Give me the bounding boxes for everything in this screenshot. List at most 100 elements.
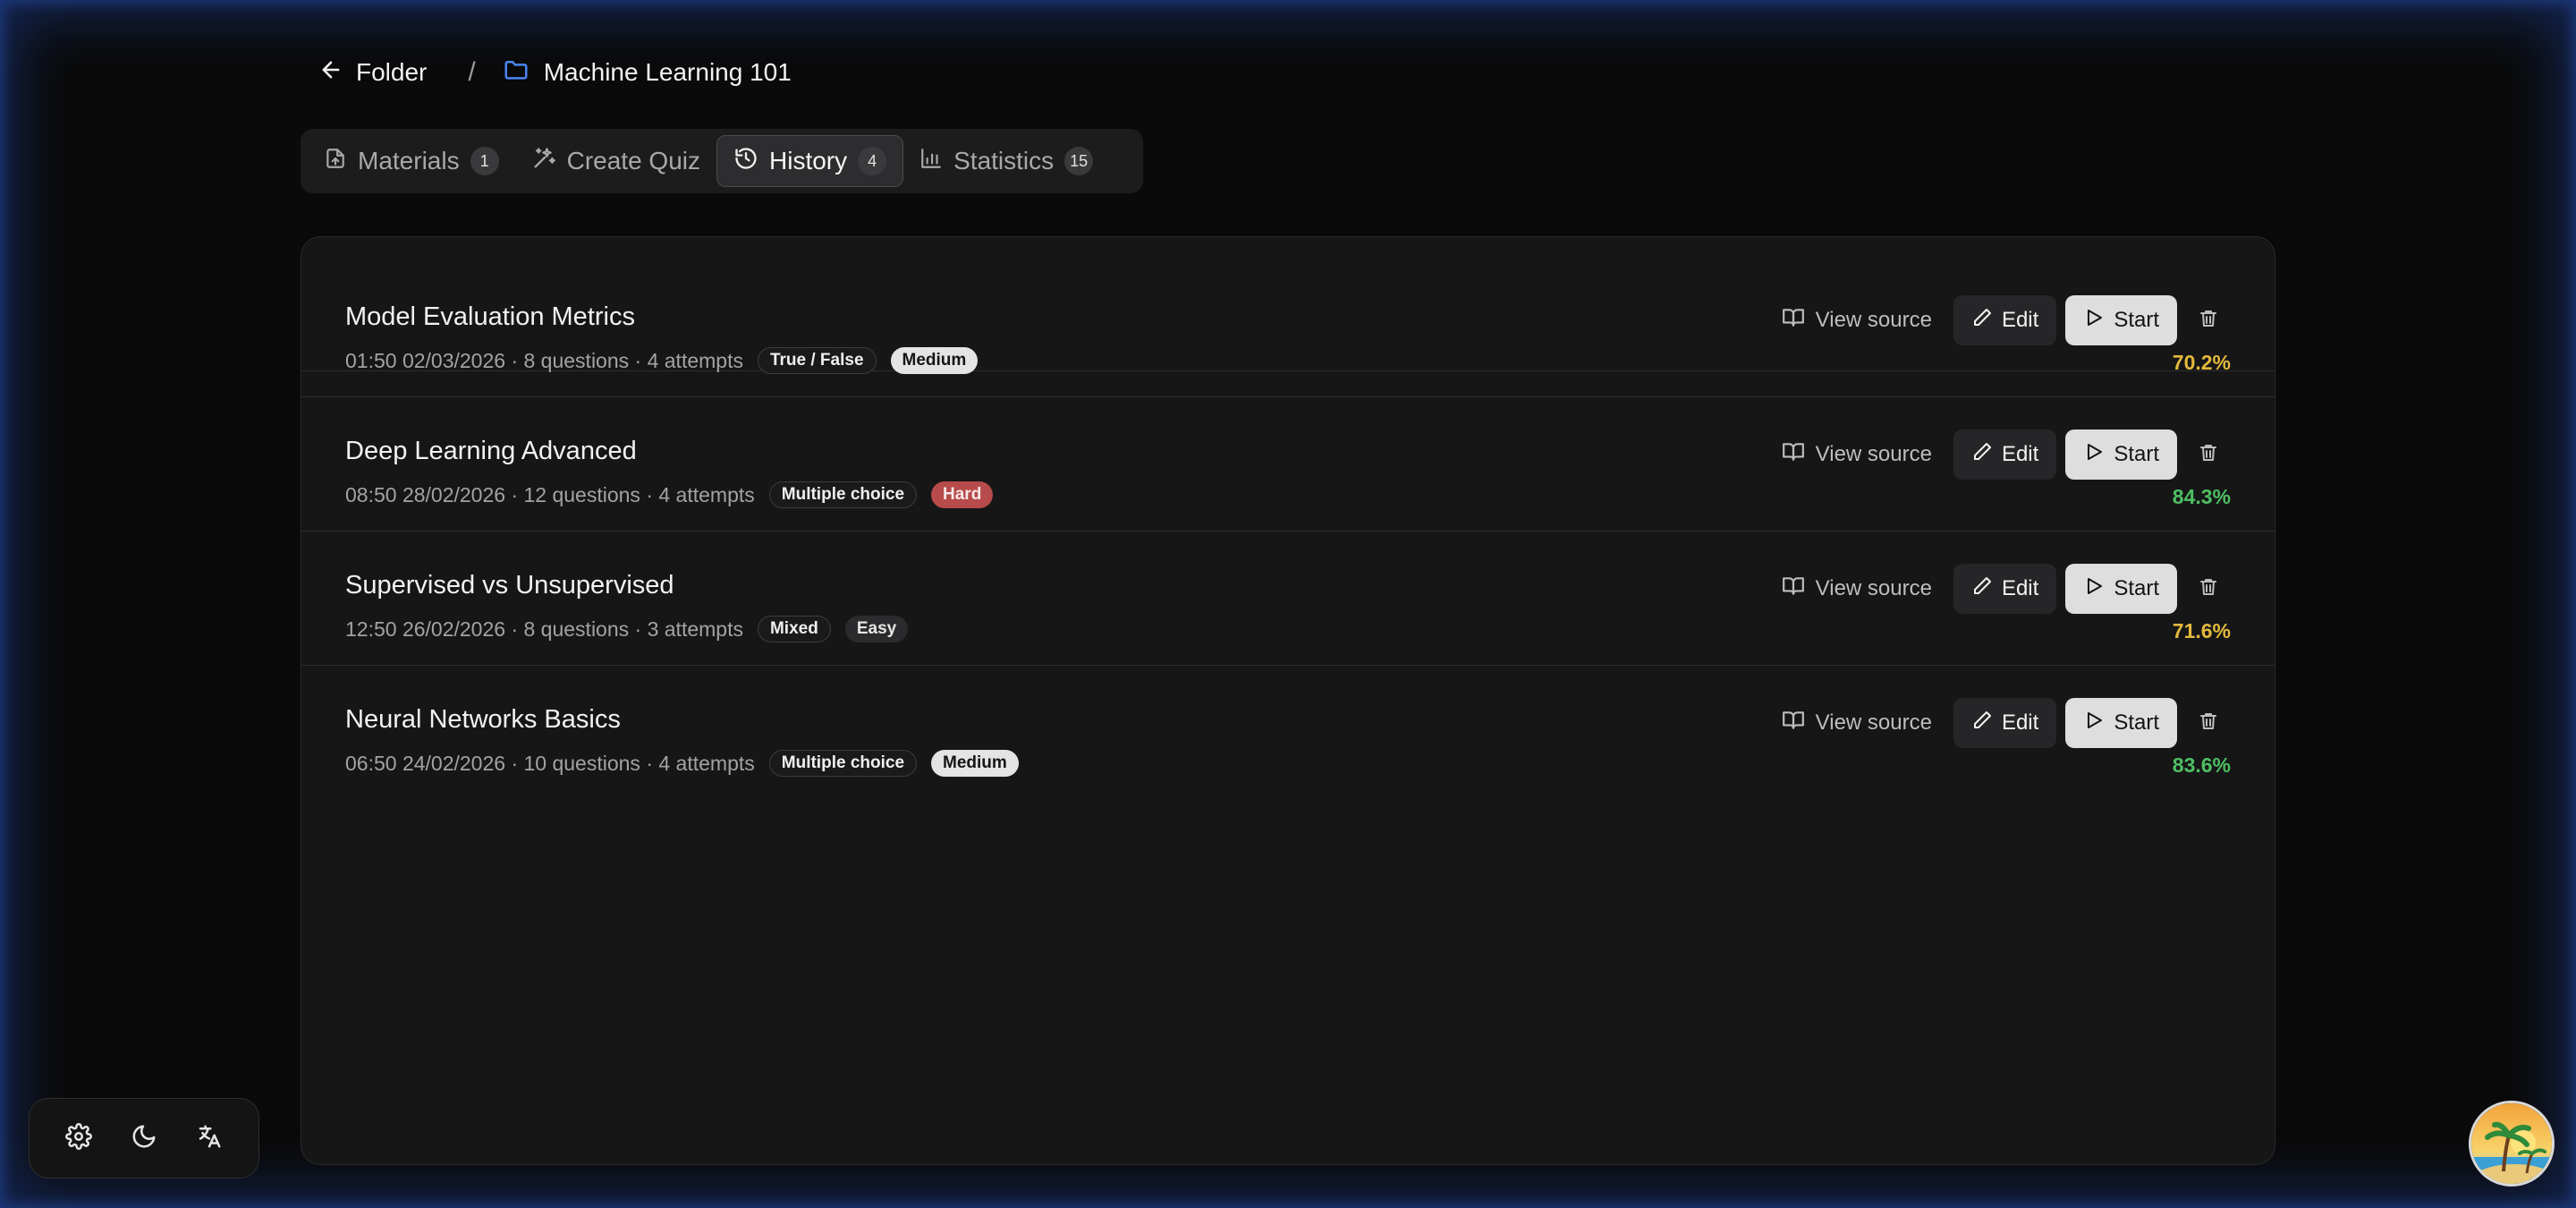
tab-count-badge: 4: [858, 147, 887, 175]
tab-count-badge: 1: [470, 147, 499, 175]
folder-icon: [503, 56, 530, 89]
score-value: 71.6%: [2172, 619, 2231, 642]
trash-icon: [2198, 576, 2219, 602]
pencil-icon: [1971, 710, 1993, 737]
quiz-actions: View source Edit Start: [1769, 430, 2231, 480]
delete-button[interactable]: [2186, 430, 2231, 480]
play-icon: [2083, 441, 2105, 469]
pencil-icon: [1971, 441, 1993, 469]
app-viewport: Folder / Machine Learning 101 Materials …: [0, 0, 2576, 1208]
list-item: Supervised vs Unsupervised 12:50 26/02/2…: [301, 532, 2275, 666]
settings-button[interactable]: [56, 1116, 101, 1161]
list-item: Deep Learning Advanced 08:50 28/02/2026 …: [301, 397, 2275, 532]
breadcrumb: Folder / Machine Learning 101: [318, 52, 792, 93]
tab-label: Create Quiz: [566, 147, 700, 174]
delete-button[interactable]: [2186, 564, 2231, 614]
edit-label: Edit: [2001, 710, 2039, 735]
quiz-title[interactable]: Supervised vs Unsupervised: [345, 571, 674, 600]
quiz-meta-text: 08:50 28/02/2026 · 12 questions · 4 atte…: [345, 482, 755, 506]
edit-button[interactable]: Edit: [1953, 295, 2057, 345]
settings-toolbar: [29, 1098, 259, 1178]
translate-icon: [196, 1123, 223, 1154]
view-source-button[interactable]: View source: [1769, 295, 1945, 345]
tab-count-badge: 15: [1064, 147, 1094, 175]
start-label: Start: [2114, 308, 2159, 332]
tab-materials[interactable]: Materials 1: [308, 135, 515, 187]
score-value: 70.2%: [2172, 351, 2231, 374]
current-folder: Machine Learning 101: [503, 56, 792, 89]
edit-label: Edit: [2001, 576, 2039, 600]
quiz-type-tag: Mixed: [757, 616, 831, 642]
quiz-title[interactable]: Model Evaluation Metrics: [345, 302, 635, 332]
book-open-icon: [1782, 306, 1805, 336]
tab-create-quiz[interactable]: Create Quiz: [515, 135, 716, 187]
tab-statistics[interactable]: Statistics 15: [903, 135, 1109, 187]
quiz-type-tag: Multiple choice: [768, 750, 918, 777]
quiz-list: Model Evaluation Metrics 01:50 02/03/202…: [301, 236, 2275, 1165]
pencil-icon: [1971, 307, 1993, 335]
arrow-left-icon: [318, 57, 343, 89]
edit-label: Edit: [2001, 442, 2039, 466]
tab-history[interactable]: History 4: [716, 135, 904, 187]
tab-label: Materials: [358, 147, 460, 174]
edit-button[interactable]: Edit: [1953, 430, 2057, 480]
back-label: Folder: [356, 58, 428, 86]
quiz-type-tag: Multiple choice: [768, 481, 918, 508]
difficulty-tag: Medium: [931, 750, 1019, 777]
view-source-label: View source: [1815, 710, 1932, 735]
bar-chart-icon: [919, 147, 943, 176]
quiz-meta-text: 01:50 02/03/2026 · 8 questions · 4 attem…: [345, 348, 743, 372]
quiz-title[interactable]: Neural Networks Basics: [345, 705, 621, 735]
tab-bar: Materials 1 Create Quiz History 4 Statis…: [301, 129, 1143, 193]
list-item: Model Evaluation Metrics 01:50 02/03/202…: [301, 263, 2275, 397]
play-icon: [2083, 575, 2105, 603]
history-icon: [733, 146, 758, 177]
view-source-label: View source: [1815, 576, 1932, 600]
start-button[interactable]: Start: [2065, 430, 2177, 480]
breadcrumb-separator: /: [468, 57, 476, 87]
score-value: 84.3%: [2172, 485, 2231, 508]
view-source-label: View source: [1815, 308, 1932, 332]
language-button[interactable]: [187, 1116, 232, 1161]
delete-button[interactable]: [2186, 698, 2231, 748]
delete-button[interactable]: [2186, 295, 2231, 345]
edit-button[interactable]: Edit: [1953, 698, 2057, 748]
quiz-meta: 06:50 24/02/2026 · 10 questions · 4 atte…: [345, 748, 1019, 778]
difficulty-tag: Medium: [890, 347, 979, 374]
view-source-button[interactable]: View source: [1769, 698, 1945, 748]
edit-button[interactable]: Edit: [1953, 564, 2057, 614]
quiz-actions: View source Edit Start: [1769, 698, 2231, 748]
start-button[interactable]: Start: [2065, 698, 2177, 748]
avatar-beach-image: [2471, 1103, 2552, 1184]
quiz-meta-text: 06:50 24/02/2026 · 10 questions · 4 atte…: [345, 751, 755, 775]
start-button[interactable]: Start: [2065, 564, 2177, 614]
book-open-icon: [1782, 709, 1805, 738]
file-upload-icon: [324, 147, 347, 176]
quiz-meta: 12:50 26/02/2026 · 8 questions · 3 attem…: [345, 614, 909, 644]
quiz-meta: 08:50 28/02/2026 · 12 questions · 4 atte…: [345, 480, 994, 510]
trash-icon: [2198, 308, 2219, 334]
tab-label: Statistics: [953, 147, 1055, 174]
play-icon: [2083, 710, 2105, 737]
trash-icon: [2198, 710, 2219, 736]
start-button[interactable]: Start: [2065, 295, 2177, 345]
theme-toggle-button[interactable]: [122, 1116, 166, 1161]
quiz-meta-text: 12:50 26/02/2026 · 8 questions · 3 attem…: [345, 617, 743, 641]
view-source-label: View source: [1815, 442, 1932, 466]
quiz-meta: 01:50 02/03/2026 · 8 questions · 4 attem…: [345, 345, 979, 376]
quiz-actions: View source Edit Start: [1769, 564, 2231, 614]
back-to-folder-link[interactable]: Folder: [318, 57, 427, 89]
start-label: Start: [2114, 710, 2159, 735]
sparkles-icon: [531, 146, 556, 177]
moon-icon: [131, 1123, 157, 1154]
start-label: Start: [2114, 576, 2159, 600]
avatar[interactable]: [2469, 1101, 2555, 1187]
pencil-icon: [1971, 575, 1993, 603]
view-source-button[interactable]: View source: [1769, 430, 1945, 480]
book-open-icon: [1782, 440, 1805, 470]
quiz-title[interactable]: Deep Learning Advanced: [345, 437, 637, 466]
view-source-button[interactable]: View source: [1769, 564, 1945, 614]
folder-title: Machine Learning 101: [543, 58, 792, 86]
quiz-type-tag: True / False: [757, 347, 877, 374]
difficulty-tag: Easy: [844, 616, 909, 642]
